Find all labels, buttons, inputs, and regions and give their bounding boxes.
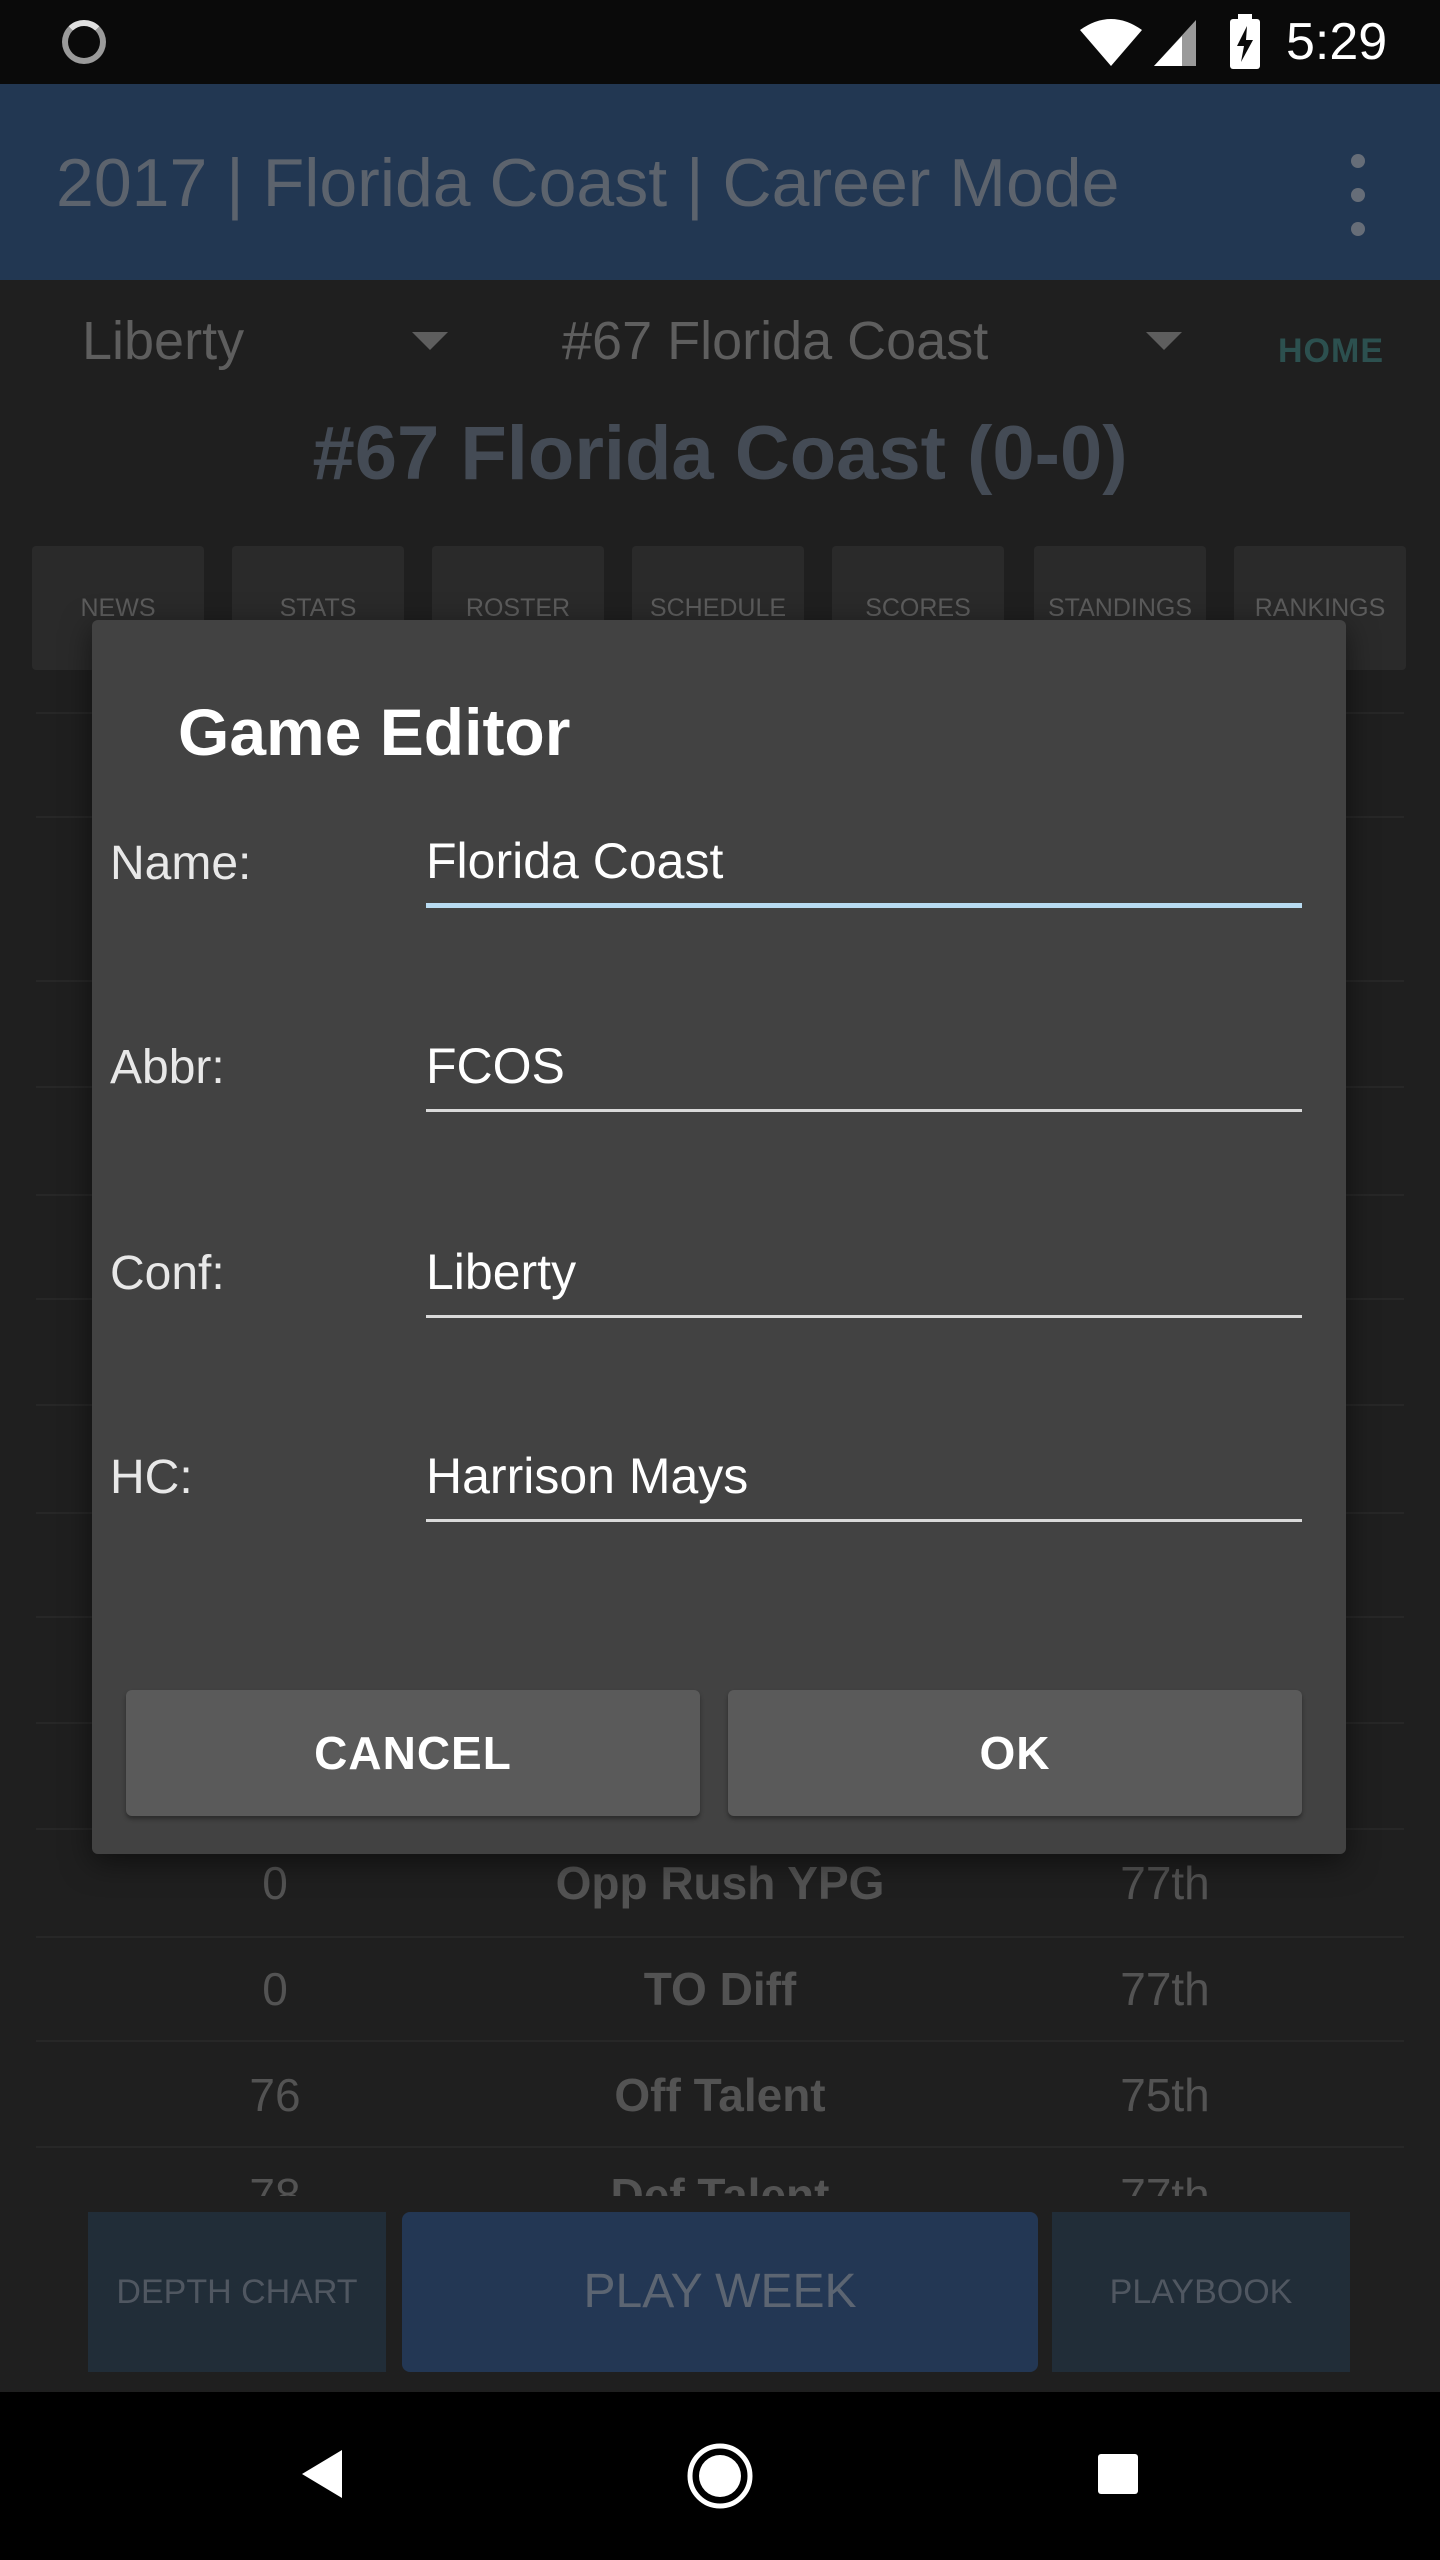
cancel-button[interactable]: CANCEL bbox=[126, 1690, 700, 1816]
abbr-label: Abbr: bbox=[110, 1041, 225, 1094]
ok-button[interactable]: OK bbox=[728, 1690, 1302, 1816]
signal-icon bbox=[1154, 20, 1196, 66]
wifi-icon bbox=[1080, 19, 1142, 66]
hc-label: HC: bbox=[110, 1451, 193, 1504]
battery-charging-icon bbox=[1230, 14, 1260, 69]
status-time: 5:29 bbox=[1286, 13, 1388, 71]
hc-field[interactable] bbox=[426, 1432, 1302, 1522]
name-field[interactable] bbox=[426, 818, 1302, 908]
navigation-bar bbox=[0, 2392, 1440, 2560]
conf-label: Conf: bbox=[110, 1247, 225, 1300]
abbr-field[interactable] bbox=[426, 1022, 1302, 1112]
status-bar: 5:29 bbox=[0, 0, 1440, 84]
game-editor-dialog: Game Editor Name: Abbr: Conf: HC: CANCEL… bbox=[92, 620, 1346, 1854]
recents-icon[interactable] bbox=[1096, 2452, 1140, 2496]
name-label: Name: bbox=[110, 837, 252, 890]
back-icon[interactable] bbox=[300, 2448, 344, 2500]
conf-field[interactable] bbox=[426, 1228, 1302, 1318]
dialog-title: Game Editor bbox=[178, 695, 571, 769]
home-nav-icon[interactable] bbox=[686, 2442, 754, 2510]
loading-icon bbox=[62, 20, 106, 64]
